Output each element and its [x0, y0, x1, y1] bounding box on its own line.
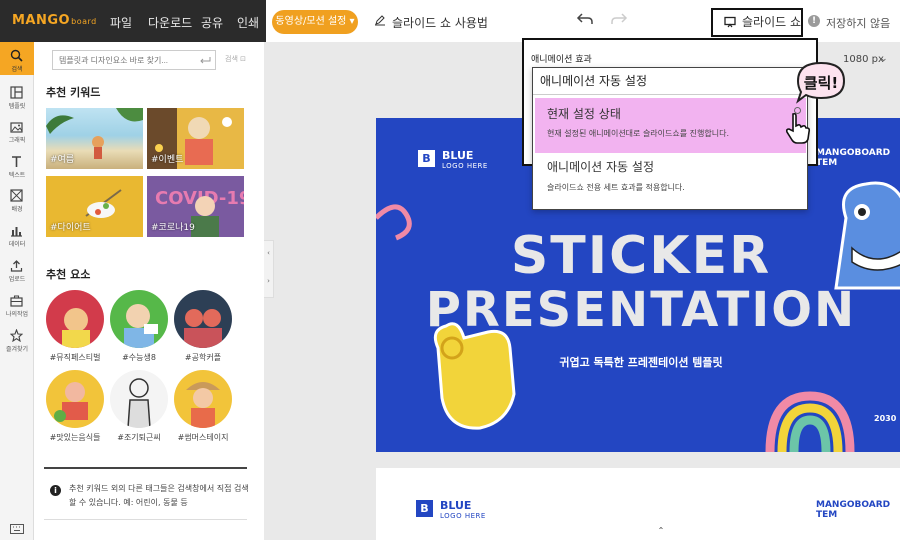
info-icon: !	[808, 15, 820, 27]
animation-effect-selected[interactable]: 애니메이션 자동 설정	[540, 72, 647, 89]
slide2-logo-mark: B	[416, 500, 433, 517]
element-item-student[interactable]: #수능생8	[108, 290, 170, 363]
slide-subtitle: 귀엽고 독특한 프레젠테이션 템플릿	[559, 356, 723, 369]
undo-icon[interactable]	[576, 12, 594, 26]
elements-title: 추천 요소	[46, 268, 91, 281]
text-icon	[12, 156, 21, 167]
rail-item-my-work[interactable]: 나의작업	[0, 287, 34, 320]
menu-print[interactable]: 인쇄	[237, 14, 259, 31]
element-item-food[interactable]: #맛있는음식들	[44, 370, 106, 443]
summer-stage-illustration	[174, 370, 232, 428]
search-icon	[10, 49, 23, 62]
canvas-size-label[interactable]: 1080 px	[843, 54, 884, 65]
menu-download[interactable]: 다운로드	[148, 14, 192, 31]
star-icon	[10, 329, 23, 342]
rail-item-background[interactable]: 배경	[0, 182, 34, 215]
motion-settings-button[interactable]: 동영상/모션 설정 ▾	[272, 10, 358, 34]
upload-icon	[10, 260, 23, 272]
template-icon	[10, 86, 23, 99]
redo-icon[interactable]	[610, 12, 628, 26]
slide-title-line2: PRESENTATION	[425, 282, 857, 338]
panel-collapse-handle[interactable]: ‹ ›	[264, 240, 274, 298]
notice-text: 추천 키워드 외의 다른 태그들은 검색창에서 직접 검색할 수 있습니다. 예…	[69, 484, 249, 507]
pencil-icon	[375, 15, 385, 26]
menu-share[interactable]: 공유	[201, 14, 223, 31]
pointer-cursor-icon	[785, 112, 811, 144]
save-status: 저장하지 않음	[826, 17, 891, 30]
keyword-card-covid[interactable]: COVID-19 #코로나19	[147, 176, 244, 237]
element-item-early-leave[interactable]: #조기퇴근씨	[108, 370, 170, 443]
early-leave-illustration	[110, 370, 168, 428]
student-illustration	[110, 290, 168, 348]
rail-item-favorites[interactable]: 즐겨찾기	[0, 322, 34, 355]
rail-item-search[interactable]: 검색	[0, 42, 34, 75]
chevron-up-icon[interactable]: ⌃	[651, 526, 671, 540]
keyword-card-event[interactable]: #이벤트	[147, 108, 244, 169]
search-input[interactable]	[52, 50, 216, 70]
chevron-down-icon[interactable]: ⌄	[880, 54, 888, 64]
panel-divider-bottom	[44, 519, 247, 520]
enter-icon[interactable]	[199, 56, 211, 64]
couple-illustration	[174, 290, 232, 348]
monitor-icon	[724, 16, 736, 28]
chevron-left-icon: ‹	[267, 249, 270, 257]
slideshow-help-link[interactable]: 슬라이드 쇼 사용법	[392, 14, 488, 31]
briefcase-icon	[10, 295, 23, 307]
left-rail: 검색 템플릿 그래픽 텍스트 배경 데이터 업로드 나의작업 즐겨찾기	[0, 42, 34, 540]
app-logo[interactable]: MANGOboard	[12, 13, 97, 28]
background-icon	[10, 189, 23, 202]
keyword-card-summer[interactable]: #여름	[46, 108, 143, 169]
slideshow-button[interactable]: 슬라이드 쇼	[711, 8, 803, 37]
option-current-settings[interactable]: 현재 설정 상태 현재 설정된 애니메이션대로 슬라이드쇼를 진행합니다.	[535, 98, 806, 153]
menu-file[interactable]: 파일	[110, 14, 132, 31]
keywords-title: 추천 키워드	[46, 86, 101, 99]
slide-title-line1: STICKER	[510, 226, 772, 286]
music-festival-illustration	[46, 290, 104, 348]
keyboard-icon[interactable]	[10, 524, 24, 534]
slide2-logo-text: BLUE LOGO HERE	[440, 499, 486, 520]
click-annotation-text: 클릭!	[803, 74, 839, 92]
animation-effect-label: 애니메이션 효과	[531, 55, 592, 65]
click-annotation-bubble: 클릭!	[795, 60, 847, 104]
option-auto-animation[interactable]: 애니메이션 자동 설정 슬라이드쇼 전용 세트 효과를 적용합니다.	[535, 153, 806, 208]
rail-item-data[interactable]: 데이터	[0, 217, 34, 250]
slide-year: 2030	[874, 414, 897, 423]
rail-item-graphic[interactable]: 그래픽	[0, 113, 34, 146]
dropdown-separator	[533, 94, 807, 95]
slide2-brand: MANGOBOARD TEM	[816, 500, 891, 520]
panel-divider	[44, 467, 247, 469]
info-icon: i	[50, 485, 61, 496]
side-panel: 검색 ⊡ 추천 키워드 #여름 #이벤트 #다이어트 COVID-19 #코로나…	[34, 42, 264, 540]
keyword-card-diet[interactable]: #다이어트	[46, 176, 143, 237]
element-item-summer-stage[interactable]: #썸머스테이지	[172, 370, 234, 443]
rail-item-upload[interactable]: 업로드	[0, 252, 34, 285]
element-item-music[interactable]: #뮤직페스티벌	[44, 290, 106, 363]
slide-2[interactable]: B BLUE LOGO HERE MANGOBOARD TEM	[376, 468, 900, 540]
graphic-icon	[10, 122, 23, 133]
rail-item-template[interactable]: 템플릿	[0, 79, 34, 112]
chart-icon	[11, 227, 22, 237]
chevron-right-icon: ›	[267, 277, 270, 285]
rail-item-text[interactable]: 텍스트	[0, 148, 34, 181]
element-item-couple[interactable]: #공학커플	[172, 290, 234, 363]
food-illustration	[46, 370, 104, 428]
search-button[interactable]: 검색 ⊡	[225, 54, 246, 64]
